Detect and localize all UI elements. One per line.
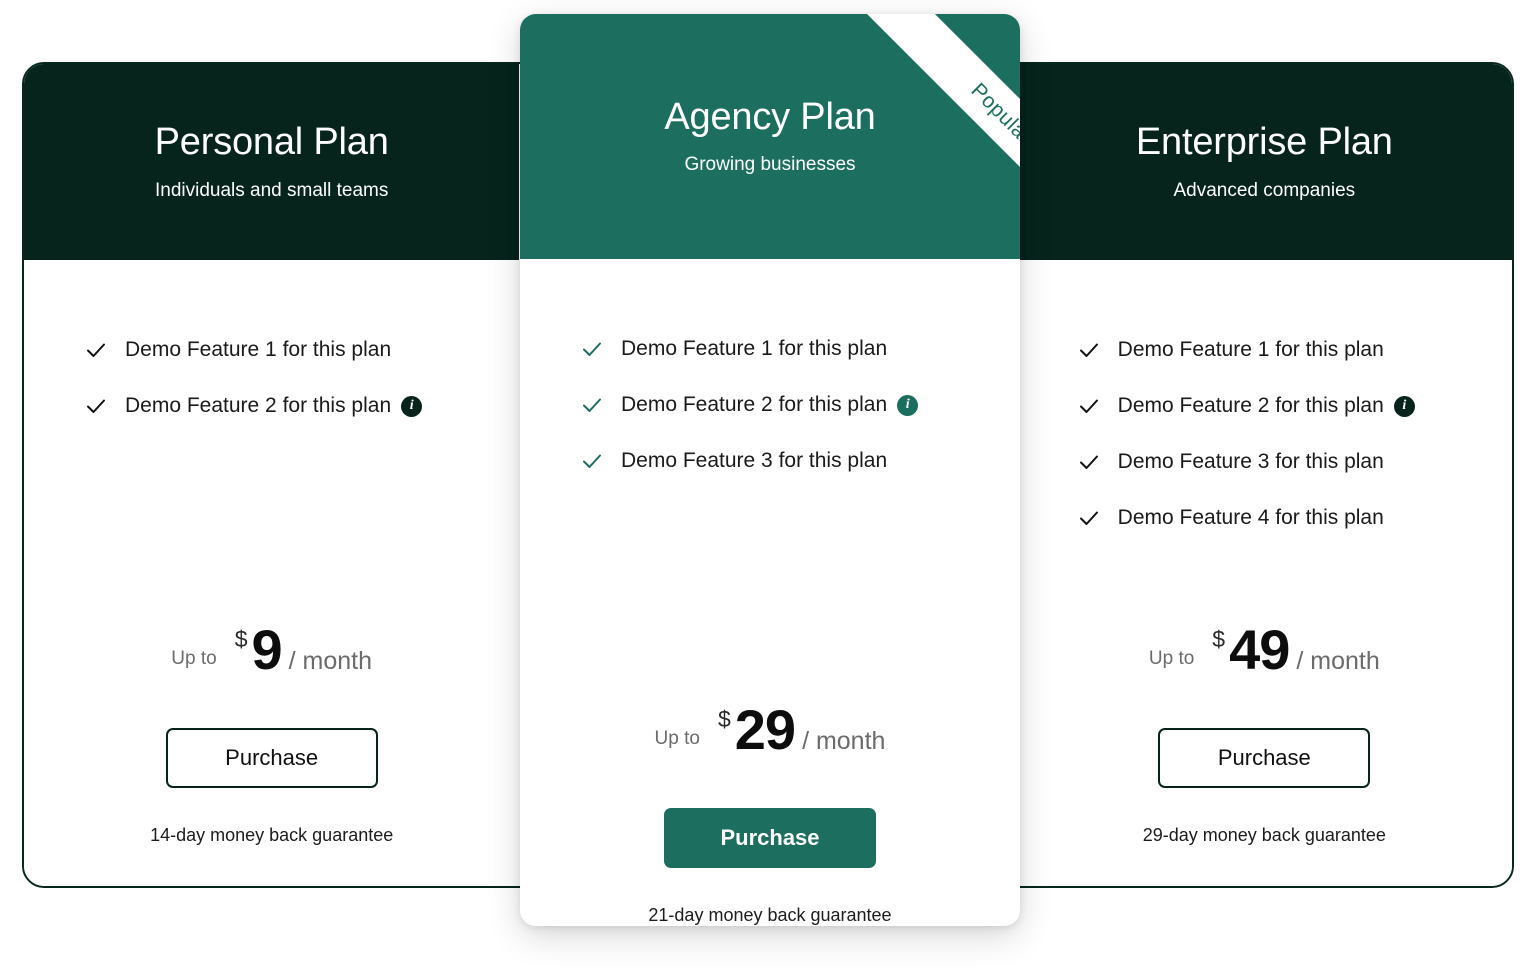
price-period: / month bbox=[1296, 646, 1380, 675]
purchase-button-enterprise[interactable]: Purchase bbox=[1158, 727, 1371, 788]
purchase-button-wrap: Purchase bbox=[24, 727, 519, 788]
guarantee-text: 21-day money back guarantee bbox=[648, 905, 892, 925]
plan-header-enterprise: Enterprise Plan Advanced companies bbox=[1016, 64, 1512, 260]
price-enterprise: Up to $ 49 / month bbox=[1017, 617, 1512, 681]
feature-list-personal: Demo Feature 1 for this plan Demo Featur… bbox=[24, 322, 519, 434]
feature-label: Demo Feature 3 for this plan bbox=[621, 449, 888, 472]
feature-item: Demo Feature 1 for this plan bbox=[84, 322, 519, 378]
price-period: / month bbox=[288, 646, 373, 675]
purchase-button-agency[interactable]: Purchase bbox=[664, 807, 876, 868]
feature-label: Demo Feature 1 for this plan bbox=[1117, 338, 1384, 361]
plan-title: Personal Plan bbox=[154, 121, 389, 164]
price-amount: 29 bbox=[734, 697, 796, 761]
check-icon bbox=[87, 399, 105, 413]
check-icon bbox=[583, 454, 601, 468]
feature-list-agency: Demo Feature 1 for this plan Demo Featur… bbox=[520, 321, 1020, 489]
price-amount: 49 bbox=[1229, 617, 1290, 681]
price-agency: Up to $ 29 / month bbox=[520, 697, 1020, 761]
feature-label: Demo Feature 4 for this plan bbox=[1117, 506, 1384, 529]
feature-list-enterprise: Demo Feature 1 for this plan Demo Featur… bbox=[1017, 322, 1512, 546]
plan-card-enterprise: Enterprise Plan Advanced companies Demo … bbox=[1016, 64, 1512, 886]
plan-subtitle: Advanced companies bbox=[1173, 179, 1356, 201]
plan-title: Agency Plan bbox=[664, 95, 876, 138]
feature-label: Demo Feature 2 for this plan bbox=[125, 394, 392, 417]
plan-card-agency: Popular Agency Plan Growing businesses D… bbox=[520, 14, 1020, 926]
info-icon[interactable]: i bbox=[1393, 395, 1415, 417]
feature-item: Demo Feature 2 for this plan i bbox=[580, 377, 1020, 433]
feature-item: Demo Feature 4 for this plan bbox=[1077, 490, 1512, 546]
check-icon bbox=[583, 398, 601, 412]
plan-card-personal: Personal Plan Individuals and small team… bbox=[24, 64, 520, 886]
purchase-button-personal[interactable]: Purchase bbox=[165, 727, 378, 788]
feature-item: Demo Feature 2 for this plan i bbox=[84, 378, 519, 434]
price-upto-label: Up to bbox=[171, 647, 217, 669]
feature-label: Demo Feature 1 for this plan bbox=[621, 337, 888, 360]
price-currency: $ bbox=[1212, 625, 1226, 652]
price-upto-label: Up to bbox=[654, 727, 700, 749]
check-icon bbox=[1079, 455, 1098, 469]
check-icon bbox=[1079, 511, 1098, 525]
price-currency: $ bbox=[234, 625, 248, 652]
feature-label: Demo Feature 2 for this plan bbox=[621, 393, 888, 416]
feature-item: Demo Feature 1 for this plan bbox=[1077, 322, 1512, 378]
feature-item: Demo Feature 3 for this plan bbox=[1077, 434, 1512, 490]
plan-subtitle: Growing businesses bbox=[684, 154, 856, 176]
price-currency: $ bbox=[717, 705, 731, 732]
price-upto-label: Up to bbox=[1148, 647, 1195, 669]
plan-body-agency: Demo Feature 1 for this plan Demo Featur… bbox=[520, 259, 1020, 926]
check-icon bbox=[87, 343, 105, 357]
info-icon[interactable]: i bbox=[401, 395, 423, 417]
price-personal: Up to $ 9 / month bbox=[24, 617, 519, 681]
popular-ribbon-label: Popular bbox=[966, 78, 1020, 149]
plan-subtitle: Individuals and small teams bbox=[154, 179, 389, 201]
purchase-button-wrap: Purchase bbox=[520, 807, 1020, 868]
feature-label: Demo Feature 2 for this plan bbox=[1117, 394, 1384, 417]
plan-body-enterprise: Demo Feature 1 for this plan Demo Featur… bbox=[1016, 260, 1512, 886]
feature-item: Demo Feature 1 for this plan bbox=[580, 321, 1020, 377]
plan-header-agency: Popular Agency Plan Growing businesses bbox=[520, 14, 1020, 259]
feature-label: Demo Feature 1 for this plan bbox=[125, 338, 392, 361]
check-icon bbox=[583, 342, 601, 356]
feature-item: Demo Feature 3 for this plan bbox=[580, 433, 1020, 489]
feature-label: Demo Feature 3 for this plan bbox=[1117, 450, 1384, 473]
purchase-button-wrap: Purchase bbox=[1017, 727, 1512, 788]
info-icon[interactable]: i bbox=[897, 394, 919, 416]
guarantee-text: 14-day money back guarantee bbox=[150, 825, 394, 845]
price-amount: 9 bbox=[251, 617, 283, 681]
check-icon bbox=[1079, 399, 1098, 413]
plan-title: Enterprise Plan bbox=[1135, 121, 1393, 164]
check-icon bbox=[1079, 343, 1098, 357]
pricing-table: Personal Plan Individuals and small team… bbox=[0, 0, 1536, 972]
price-period: / month bbox=[802, 726, 886, 755]
feature-item: Demo Feature 2 for this plan i bbox=[1077, 378, 1512, 434]
guarantee-text: 29-day money back guarantee bbox=[1142, 825, 1386, 845]
plan-body-personal: Demo Feature 1 for this plan Demo Featur… bbox=[24, 260, 520, 886]
plan-header-personal: Personal Plan Individuals and small team… bbox=[24, 64, 520, 260]
